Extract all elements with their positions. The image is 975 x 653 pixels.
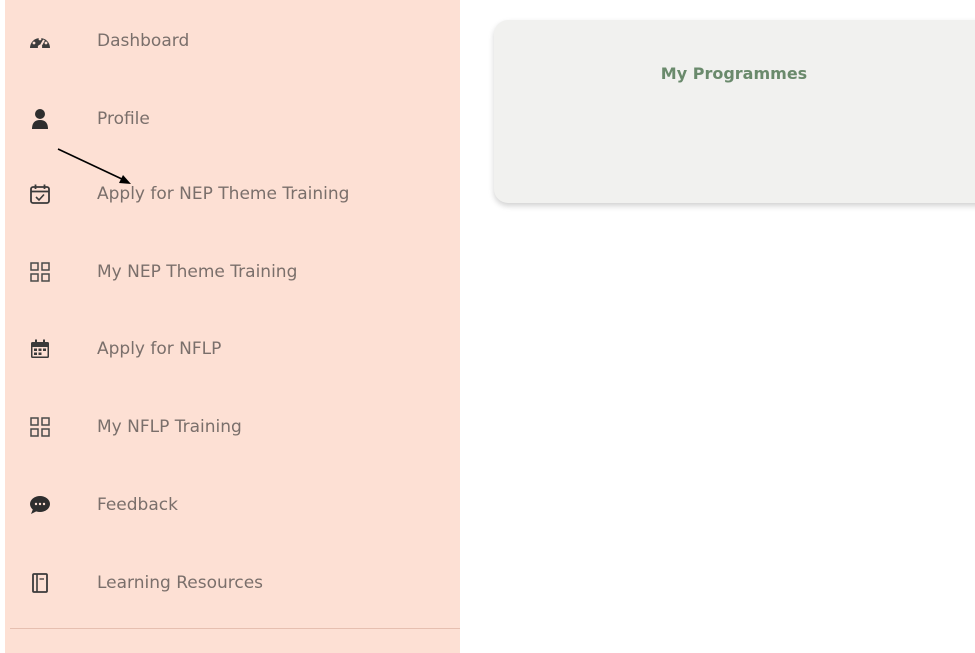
sidebar-item-my-nflp-training[interactable]: My NFLP Training <box>5 397 460 457</box>
calendar-icon <box>27 336 53 362</box>
sidebar-item-my-nep-theme-training[interactable]: My NEP Theme Training <box>5 242 460 302</box>
sidebar-item-label: My NEP Theme Training <box>97 262 298 282</box>
sidebar-item-label: Learning Resources <box>97 573 264 593</box>
sidebar-item-learning-resources[interactable]: Learning Resources <box>5 553 460 613</box>
dashboard-gauge-icon <box>27 28 53 54</box>
user-icon <box>27 106 53 132</box>
my-programmes-card[interactable]: My Programmes <box>494 20 975 203</box>
sidebar-divider <box>10 628 460 629</box>
comment-icon <box>27 492 53 518</box>
sidebar-item-apply-nep-theme-training[interactable]: Apply for NEP Theme Training <box>5 164 460 224</box>
calendar-check-icon <box>27 181 53 207</box>
sidebar-item-feedback[interactable]: Feedback <box>5 475 460 535</box>
grid-icon <box>27 259 53 285</box>
sidebar-item-profile[interactable]: Profile <box>5 89 460 149</box>
book-icon <box>27 570 53 596</box>
sidebar-item-label: My NFLP Training <box>97 417 242 437</box>
sidebar-item-label: Apply for NEP Theme Training <box>97 184 350 204</box>
sidebar-item-dashboard[interactable]: Dashboard <box>5 11 460 71</box>
sidebar-item-apply-nflp[interactable]: Apply for NFLP <box>5 319 460 379</box>
sidebar-item-label: Apply for NFLP <box>97 339 222 359</box>
sidebar: Dashboard Profile Apply for NEP Theme Tr… <box>5 0 460 653</box>
sidebar-item-label: Dashboard <box>97 31 190 51</box>
sidebar-item-label: Feedback <box>97 495 178 515</box>
grid-icon <box>27 414 53 440</box>
sidebar-item-label: Profile <box>97 109 150 129</box>
card-title: My Programmes <box>660 64 808 83</box>
